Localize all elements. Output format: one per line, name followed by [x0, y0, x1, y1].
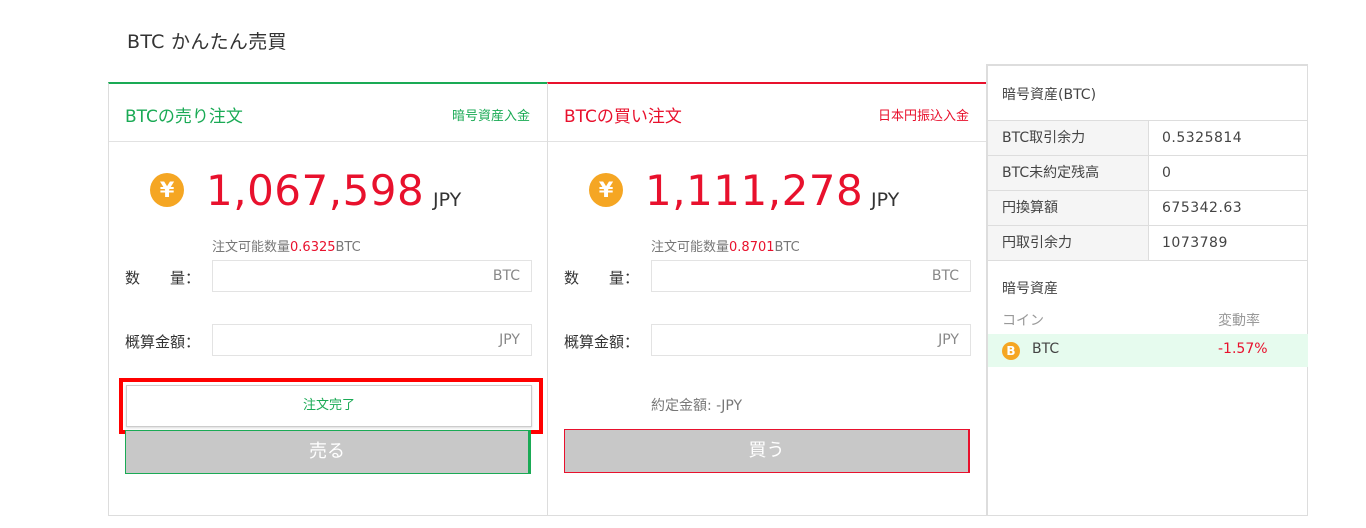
estimate-unit: JPY: [938, 332, 959, 348]
side-panel-title: 暗号資産(BTC): [1002, 87, 1097, 103]
row-value: 0.5325814: [1162, 130, 1243, 146]
sell-estimate-input[interactable]: JPY: [212, 324, 532, 356]
buy-price-unit: JPY: [871, 189, 900, 211]
buy-estimate-label: 概算金額：: [564, 333, 640, 351]
sell-estimate-label: 概算金額：: [125, 333, 201, 351]
yen-icon: ¥: [589, 173, 623, 207]
row-label: BTC未約定残高: [988, 156, 1149, 190]
buy-panel-title: BTCの買い注文: [564, 107, 682, 127]
sell-panel-title: BTCの売り注文: [125, 107, 243, 127]
sell-quantity-label: 数 量：: [125, 269, 201, 287]
available-value: 0.6325: [290, 240, 336, 255]
sell-button[interactable]: 売る: [125, 430, 531, 474]
list-item[interactable]: B BTC -1.57%: [988, 334, 1308, 367]
contract-amount: 約定金額: -JPY: [651, 398, 743, 414]
sell-price: 1,067,598: [206, 166, 425, 215]
available-unit: BTC: [335, 240, 361, 255]
row-value: 1073789: [1162, 235, 1228, 251]
table-row: 円取引余力 1073789: [988, 226, 1308, 261]
buy-price: 1,111,278: [645, 166, 864, 215]
assets-title: 暗号資産: [1002, 281, 1058, 297]
buy-available-quantity: 注文可能数量0.8701BTC: [651, 236, 800, 255]
row-value: 675342.63: [1162, 200, 1243, 216]
sell-panel-header: BTCの売り注文 暗号資産入金: [109, 84, 548, 142]
row-label: 円取引余力: [988, 226, 1149, 260]
buy-quantity-label: 数 量：: [564, 269, 640, 287]
available-label: 注文可能数量: [212, 240, 291, 255]
jpy-deposit-link[interactable]: 日本円振込入金: [878, 105, 969, 124]
table-row: BTC取引余力 0.5325814: [988, 121, 1308, 156]
row-label: BTC取引余力: [988, 121, 1149, 155]
buy-panel: BTCの買い注文 日本円振込入金 ¥ 1,111,278 JPY 注文可能数量0…: [547, 82, 987, 516]
order-complete-button[interactable]: 注文完了: [126, 385, 532, 427]
quantity-unit: BTC: [931, 268, 959, 284]
asset-name: BTC: [1032, 341, 1060, 357]
bitcoin-icon: B: [1002, 342, 1020, 360]
table-row: BTC未約定残高 0: [988, 156, 1308, 191]
buy-estimate-input[interactable]: JPY: [651, 324, 971, 356]
balance-table: BTC取引余力 0.5325814 BTC未約定残高 0 円換算額 675342…: [988, 120, 1308, 261]
available-value: 0.8701: [729, 240, 775, 255]
asset-side-panel: 暗号資産(BTC) BTC取引余力 0.5325814 BTC未約定残高 0 円…: [986, 64, 1308, 516]
available-unit: BTC: [774, 240, 800, 255]
estimate-unit: JPY: [499, 332, 520, 348]
available-label: 注文可能数量: [651, 240, 730, 255]
column-header-coin: コイン: [1002, 313, 1044, 329]
buy-panel-header: BTCの買い注文 日本円振込入金: [548, 84, 987, 142]
sell-panel: BTCの売り注文 暗号資産入金 ¥ 1,067,598 JPY 注文可能数量0.…: [108, 82, 548, 516]
row-label: 円換算額: [988, 191, 1149, 225]
row-value: 0: [1162, 165, 1172, 181]
sell-quantity-input[interactable]: BTC: [212, 260, 532, 292]
asset-change: -1.57%: [1218, 341, 1268, 357]
sell-available-quantity: 注文可能数量0.6325BTC: [212, 236, 361, 255]
quantity-unit: BTC: [492, 268, 520, 284]
buy-button[interactable]: 買う: [564, 429, 970, 473]
table-row: 円換算額 675342.63: [988, 191, 1308, 226]
column-header-change: 変動率: [1218, 313, 1260, 329]
yen-icon: ¥: [150, 173, 184, 207]
crypto-deposit-link[interactable]: 暗号資産入金: [452, 105, 530, 124]
page-title: BTC かんたん売買: [127, 31, 287, 53]
sell-price-unit: JPY: [433, 189, 462, 211]
buy-quantity-input[interactable]: BTC: [651, 260, 971, 292]
